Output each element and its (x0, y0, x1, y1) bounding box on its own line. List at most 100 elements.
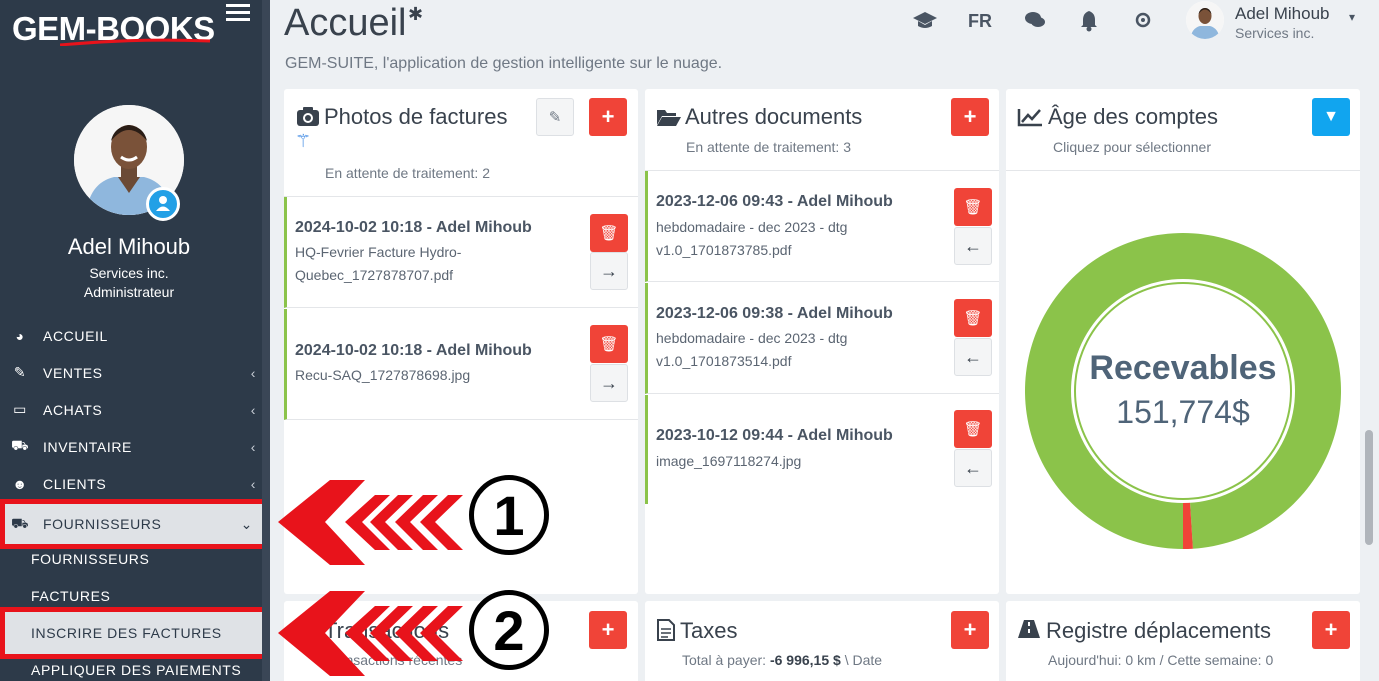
add-transaction-button[interactable]: + (589, 611, 627, 649)
subnav-inscrire-factures[interactable]: INSCRIRE DES FACTURES (0, 607, 268, 659)
card-subtitle: Cliquez pour sélectionner (1053, 139, 1211, 155)
plus-icon: + (963, 617, 977, 642)
card-title: Taxes (680, 618, 738, 643)
donut-hole (1071, 279, 1295, 503)
delete-button[interactable]: 🗑 (954, 188, 992, 226)
delete-button[interactable]: 🗑 (590, 325, 628, 363)
restore-button[interactable]: ← (954, 227, 992, 265)
nav-label: INVENTAIRE (43, 438, 132, 455)
donut-center-label: Recevables (1089, 349, 1277, 387)
credit-card-icon: ▭ (13, 401, 27, 417)
nav-achats[interactable]: ▭ ACHATS ‹ (0, 391, 262, 428)
cart-icon: ⛟ (11, 437, 30, 453)
nav-clients[interactable]: ☻ CLIENTS ‹ (0, 465, 262, 502)
item-filename: hebdomadaire - dec 2023 - dtg (656, 219, 848, 235)
item-title: 2023-12-06 09:38 - Adel Mihoub (656, 305, 893, 322)
restore-button[interactable]: ← (954, 449, 992, 487)
arrow-right-icon: → (600, 372, 618, 393)
chevron-left-icon: ‹ (250, 364, 256, 381)
language-switch[interactable]: FR (968, 11, 992, 32)
subnav-label: FACTURES (31, 587, 111, 604)
card-title: Photos de factures (324, 104, 508, 129)
chat-icon[interactable] (1024, 10, 1046, 36)
user-badge-icon (146, 187, 180, 221)
add-document-button[interactable]: + (951, 98, 989, 136)
taxes-suffix: \ Date (844, 652, 883, 668)
receivables-donut-chart[interactable] (1023, 211, 1343, 571)
card-subtitle: Aujourd'hui: 0 km / Cette semaine: 0 (1048, 652, 1274, 668)
nav-label: CLIENTS (43, 475, 107, 492)
add-tax-button[interactable]: + (951, 611, 989, 649)
process-button[interactable]: → (590, 364, 628, 402)
header-user-name[interactable]: Adel Mihoub (1235, 4, 1330, 24)
trash-icon: 🗑 (599, 336, 619, 353)
edit-icon: ✎ (13, 364, 27, 380)
card-title: Âge des comptes (1048, 104, 1218, 129)
bell-icon[interactable] (1080, 10, 1098, 38)
users-icon: ☻ (12, 475, 28, 492)
profile-company: Services inc. (89, 265, 169, 281)
graduation-cap-icon[interactable] (912, 10, 938, 36)
gear-icon[interactable]: ✱ (408, 4, 423, 25)
filter-button[interactable]: ▼ (1312, 98, 1350, 136)
item-filename: v1.0_1701873785.pdf (656, 242, 792, 258)
chevron-left-icon: ‹ (250, 401, 256, 418)
nav-ventes[interactable]: ✎ VENTES ‹ (0, 354, 262, 391)
edit-button[interactable]: ✎ (536, 98, 574, 136)
folder-open-icon (656, 107, 682, 132)
autres-documents-card: Autres documents + En attente de traitem… (645, 89, 999, 594)
callout-arrow-1 (278, 480, 463, 565)
road-icon (1017, 619, 1041, 644)
list-item[interactable]: 2024-10-02 10:18 - Adel Mihoub Recu-SAQ_… (284, 309, 638, 420)
pending-count: En attente de traitement: 2 (325, 165, 490, 181)
list-item[interactable]: 2023-10-12 09:44 - Adel Mihoub image_169… (645, 395, 999, 504)
step-number-2: 2 (469, 590, 549, 670)
menu-toggle-icon[interactable] (226, 4, 250, 24)
caret-down-icon[interactable]: ▾ (1349, 10, 1355, 24)
magic-wand-icon[interactable]: ⚚ (295, 131, 311, 152)
trash-icon: 🗑 (963, 421, 983, 438)
subnav-label: FOURNISSEURS (31, 550, 150, 567)
chevron-left-icon: ‹ (250, 438, 256, 455)
taxes-amount: -6 996,15 $ (769, 652, 841, 668)
header-avatar[interactable] (1186, 1, 1224, 39)
page-scrollbar-thumb[interactable] (1365, 430, 1373, 545)
pending-count: En attente de traitement: 3 (686, 139, 851, 155)
divider (1006, 170, 1360, 171)
item-filename: HQ-Fevrier Facture Hydro- (295, 244, 462, 260)
subnav-label: INSCRIRE DES FACTURES (31, 625, 222, 641)
page-subtitle: GEM-SUITE, l'application de gestion inte… (285, 55, 723, 72)
profile-role: Administrateur (83, 284, 175, 300)
donut-center-value: 151,774$ (1116, 394, 1250, 430)
add-trip-button[interactable]: + (1312, 611, 1350, 649)
card-title: Registre déplacements (1046, 618, 1272, 643)
restore-button[interactable]: ← (954, 338, 992, 376)
document-icon (657, 619, 675, 646)
list-item[interactable]: 2024-10-02 10:18 - Adel Mihoub HQ-Fevrie… (284, 197, 638, 308)
list-item[interactable]: 2023-12-06 09:38 - Adel Mihoub hebdomada… (645, 283, 999, 394)
chevron-left-icon: ‹ (250, 475, 256, 492)
list-item[interactable]: 2023-12-06 09:43 - Adel Mihoub hebdomada… (645, 171, 999, 282)
nav-fournisseurs[interactable]: ⛟ FOURNISSEURS ⌄ (0, 499, 268, 549)
delete-button[interactable]: 🗑 (954, 299, 992, 337)
person-avatar-icon (1186, 1, 1224, 39)
nav-accueil[interactable]: ◕ ACCUEIL (0, 317, 262, 354)
item-title: 2024-10-02 10:18 - Adel Mihoub (295, 219, 532, 236)
registre-card: Registre déplacements Aujourd'hui: 0 km … (1006, 601, 1360, 681)
settings-gear-icon[interactable] (1133, 10, 1153, 36)
truck-icon: ⛟ (11, 514, 30, 531)
sidebar-scrollbar[interactable] (262, 0, 270, 681)
nav-label: FOURNISSEURS (43, 516, 162, 532)
process-button[interactable]: → (590, 252, 628, 290)
camera-icon (296, 105, 320, 132)
delete-button[interactable]: 🗑 (954, 410, 992, 448)
chevron-down-icon: ⌄ (240, 515, 253, 532)
page-title: Accueil (284, 2, 407, 44)
plus-icon: + (601, 104, 615, 129)
delete-button[interactable]: 🗑 (590, 214, 628, 252)
edit-icon: ✎ (548, 109, 562, 126)
nav-inventaire[interactable]: ⛟ INVENTAIRE ‹ (0, 428, 262, 465)
item-title: 2024-10-02 10:18 - Adel Mihoub (295, 342, 532, 359)
add-photo-button[interactable]: + (589, 98, 627, 136)
line-chart-icon (1017, 107, 1043, 132)
